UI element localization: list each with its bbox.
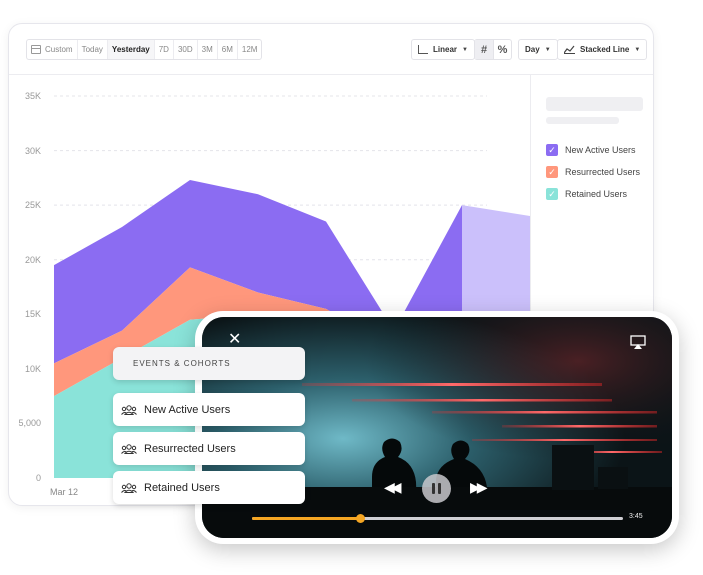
progress-handle[interactable] xyxy=(355,514,365,523)
line-chart-icon xyxy=(564,45,575,54)
users-icon xyxy=(121,404,137,415)
caret-down-icon: ▼ xyxy=(634,46,641,53)
airplay-icon[interactable] xyxy=(630,334,646,350)
users-icon xyxy=(121,482,137,493)
legend-item-retained[interactable]: ✓ Retained Users xyxy=(546,188,627,200)
legend-label: Resurrected Users xyxy=(565,167,641,177)
checkbox-checked-icon[interactable]: ✓ xyxy=(546,166,558,178)
chart-type-label: Stacked Line xyxy=(580,45,630,54)
checkbox-checked-icon[interactable]: ✓ xyxy=(546,188,558,200)
users-icon xyxy=(121,443,137,454)
metric-resurrected-users[interactable]: Resurrected Users xyxy=(113,432,305,465)
x-tick-label: Mar 12 xyxy=(50,487,79,497)
metric-label: Resurrected Users xyxy=(144,442,236,455)
loading-placeholder xyxy=(546,117,619,124)
metric-retained-users[interactable]: Retained Users xyxy=(113,471,305,504)
events-cohorts-header: EVENTS & COHORTS xyxy=(113,347,305,380)
checkbox-checked-icon[interactable]: ✓ xyxy=(546,144,558,156)
metric-label: Retained Users xyxy=(144,481,220,494)
chart-type-dropdown[interactable]: Stacked Line ▼ xyxy=(557,39,648,60)
pause-icon xyxy=(432,483,435,494)
progress-fill xyxy=(252,517,360,520)
close-icon[interactable]: ✕ xyxy=(228,332,241,348)
loading-placeholder xyxy=(546,97,643,111)
video-progress-bar[interactable] xyxy=(252,514,623,523)
metric-label: New Active Users xyxy=(144,403,231,416)
legend-item-new-active[interactable]: ✓ New Active Users xyxy=(546,144,636,156)
legend-label: New Active Users xyxy=(565,145,636,155)
rewind-icon[interactable]: ◀◀ xyxy=(384,479,401,496)
video-player-frame: ✕ ◀◀ ▶▶ 3:45 xyxy=(195,311,679,544)
pause-button[interactable] xyxy=(422,474,451,503)
legend-label: Retained Users xyxy=(565,189,628,199)
video-duration: 3:45 xyxy=(629,513,643,520)
caret-down-icon: ▼ xyxy=(544,46,551,53)
fast-forward-icon[interactable]: ▶▶ xyxy=(470,479,487,496)
legend-item-resurrected[interactable]: ✓ Resurrected Users xyxy=(546,166,640,178)
metric-new-active-users[interactable]: New Active Users xyxy=(113,393,305,426)
